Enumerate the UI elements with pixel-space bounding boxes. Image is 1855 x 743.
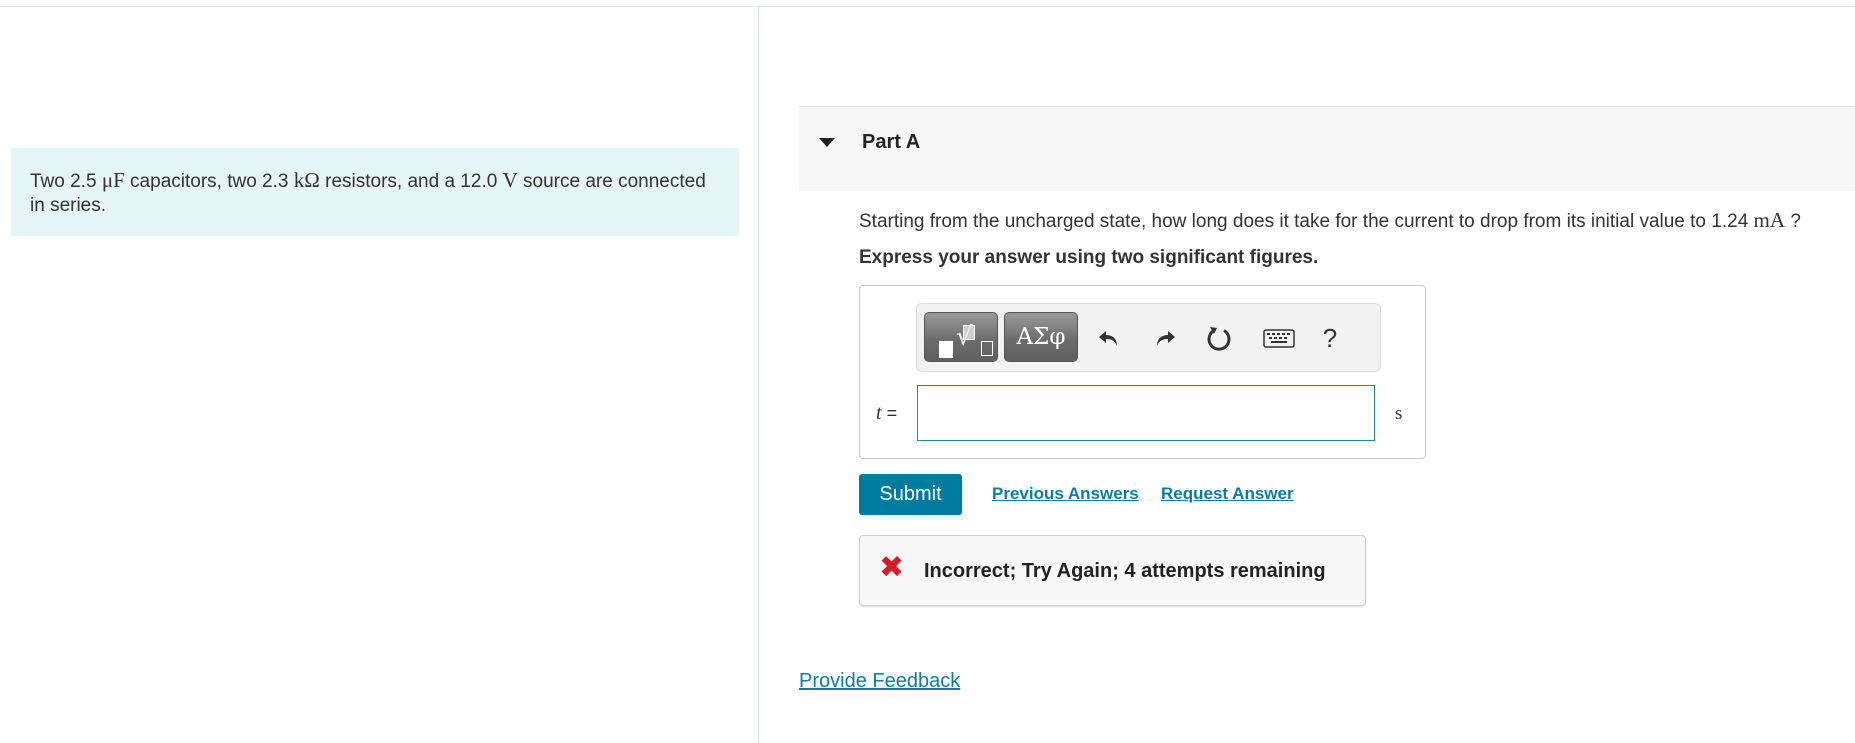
incorrect-x-icon: ✖ xyxy=(879,550,905,585)
request-answer-link[interactable]: Request Answer xyxy=(1161,484,1294,504)
problem-statement: Two 2.5 μF capacitors, two 2.3 kΩ resist… xyxy=(11,148,739,236)
previous-answers-link[interactable]: Previous Answers xyxy=(992,484,1139,504)
answer-instruction: Express your answer using two significan… xyxy=(859,247,1319,268)
question-text: Starting from the uncharged state, how l… xyxy=(859,208,1801,233)
top-border xyxy=(0,6,1855,7)
answer-container: √ ΑΣφ ? t = s xyxy=(859,285,1426,459)
provide-feedback-link[interactable]: Provide Feedback xyxy=(799,670,960,693)
part-a-header[interactable]: Part A xyxy=(799,106,1855,191)
template-radical-icon: √ xyxy=(956,322,973,352)
question-unit: mA xyxy=(1753,208,1786,232)
undo-icon[interactable] xyxy=(1092,321,1126,355)
reset-icon[interactable] xyxy=(1202,321,1236,355)
feedback-message: Incorrect; Try Again; 4 attempts remaini… xyxy=(924,560,1326,582)
math-toolbar: √ ΑΣφ ? xyxy=(916,303,1381,372)
question-body: Starting from the uncharged state, how l… xyxy=(859,211,1754,232)
greek-letters-label: ΑΣφ xyxy=(1016,324,1066,350)
redo-icon[interactable] xyxy=(1148,321,1182,355)
keyboard-icon[interactable] xyxy=(1262,321,1296,355)
variable-equals: = xyxy=(881,403,898,423)
problem-text-mid2: resistors, and a 12.0 xyxy=(319,171,503,192)
templates-icon[interactable]: √ xyxy=(924,312,998,362)
feedback-message-box: ✖ Incorrect; Try Again; 4 attempts remai… xyxy=(859,535,1366,606)
problem-text-mid1: capacitors, two 2.3 xyxy=(124,171,294,192)
variable-label: t = xyxy=(876,402,897,425)
problem-text-prefix: Two 2.5 xyxy=(30,171,102,192)
answer-unit: s xyxy=(1395,403,1403,424)
problem-unit-capacitance: μF xyxy=(101,168,125,192)
question-end: ? xyxy=(1785,211,1801,232)
problem-unit-resistance: kΩ xyxy=(293,168,320,192)
greek-letters-icon[interactable]: ΑΣφ xyxy=(1004,312,1078,362)
submit-button[interactable]: Submit xyxy=(859,474,962,515)
answer-input[interactable] xyxy=(917,385,1375,441)
part-title: Part A xyxy=(862,131,921,153)
collapse-caret-icon[interactable] xyxy=(819,138,835,147)
template-box-icon xyxy=(939,341,953,358)
column-divider xyxy=(758,7,759,743)
help-icon[interactable]: ? xyxy=(1313,321,1347,355)
problem-unit-voltage: V xyxy=(502,168,518,192)
template-radicand-icon xyxy=(981,341,993,356)
